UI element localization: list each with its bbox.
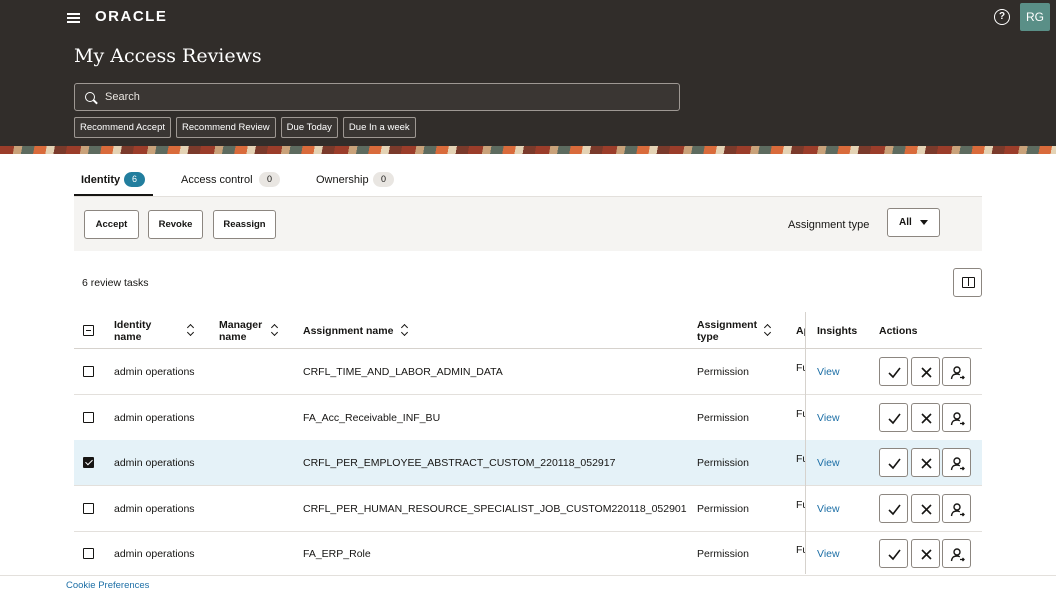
task-count: 6 review tasks (82, 277, 149, 289)
insights-view-link[interactable]: View (817, 366, 840, 378)
search-icon (85, 92, 95, 102)
table-row[interactable]: admin operations CRFL_PER_HUMAN_RESOURCE_… (74, 486, 982, 532)
row-checkbox[interactable] (83, 457, 94, 468)
truncated-cell: Fu (796, 544, 805, 556)
identity-name-cell: admin operations (114, 457, 195, 469)
row-checkbox[interactable] (83, 548, 94, 559)
app-header: ORACLE ? RG My Access Reviews Search Rec… (0, 0, 1056, 146)
decorative-banner (0, 146, 1056, 154)
assignment-name-cell: CRFL_PER_HUMAN_RESOURCE_SPECIALIST_JOB_C… (303, 502, 687, 515)
revoke-action-button[interactable] (911, 493, 940, 523)
assignment-name-cell: CRFL_TIME_AND_LABOR_ADMIN_DATA (303, 366, 503, 378)
accept-button[interactable]: Accept (84, 210, 139, 239)
accept-action-button[interactable] (879, 493, 908, 523)
tab-count-badge: 0 (259, 172, 280, 187)
tab-ownership[interactable]: Ownership 0 (316, 166, 398, 196)
accept-action-button[interactable] (879, 539, 908, 568)
reassign-action-button[interactable] (942, 357, 971, 386)
tab-count-badge: 6 (124, 172, 145, 187)
revoke-button[interactable]: Revoke (148, 210, 203, 239)
table-header: Identity name Manager name Assignment na… (74, 312, 982, 349)
identity-name-cell: admin operations (114, 366, 195, 378)
tab-access-control[interactable]: Access control 0 (181, 166, 285, 196)
action-toolbar: Accept Revoke Reassign Assignment type A… (74, 196, 982, 251)
sort-icon[interactable] (188, 325, 195, 336)
header-assignment-type: Assignment type (697, 319, 758, 343)
truncated-cell: Fu (796, 362, 805, 374)
columns-icon (962, 277, 975, 288)
insights-view-link[interactable]: View (817, 548, 840, 560)
assignment-type-cell: Permission (697, 366, 749, 378)
assignment-name-cell: FA_Acc_Receivable_INF_BU (303, 411, 441, 424)
assignment-name-cell: CRFL_PER_EMPLOYEE_ABSTRACT_CUSTOM_220118… (303, 457, 616, 469)
help-icon[interactable]: ? (994, 9, 1010, 25)
accept-action-button[interactable] (879, 448, 908, 477)
assignment-type-select[interactable]: All (887, 208, 940, 237)
revoke-action-button[interactable] (911, 357, 940, 386)
select-all-checkbox[interactable] (83, 325, 94, 336)
header-actions: Actions (879, 325, 918, 337)
revoke-action-button[interactable] (911, 402, 940, 432)
revoke-action-button[interactable] (911, 539, 940, 568)
truncated-cell: Fu (796, 453, 805, 465)
assignment-type-cell: Permission (697, 502, 749, 515)
sort-icon[interactable] (402, 325, 409, 336)
accept-action-button[interactable] (879, 357, 908, 386)
header-manager-name: Manager name (219, 319, 263, 343)
chip-recommend-accept[interactable]: Recommend Accept (74, 117, 172, 138)
row-checkbox[interactable] (83, 366, 94, 377)
reassign-action-button[interactable] (942, 493, 971, 523)
insights-view-link[interactable]: View (817, 503, 840, 515)
chip-due-in-a-week[interactable]: Due In a week (342, 117, 416, 138)
identity-name-cell: admin operations (114, 548, 195, 560)
sort-icon[interactable] (272, 325, 279, 336)
accept-action-button[interactable] (879, 402, 908, 432)
identity-name-cell: admin operations (114, 411, 195, 424)
tab-identity[interactable]: Identity 6 (74, 166, 153, 196)
assignment-name-cell: FA_ERP_Role (303, 548, 371, 560)
row-checkbox[interactable] (83, 502, 94, 514)
header-identity-name: Identity name (114, 319, 152, 343)
table-row[interactable]: admin operations FA_Acc_Receivable_INF_BU… (74, 395, 982, 441)
reassign-action-button[interactable] (942, 539, 971, 568)
search-input[interactable]: Search (74, 83, 680, 111)
table-row[interactable]: admin operations CRFL_TIME_AND_LABOR_ADMI… (74, 349, 982, 395)
avatar[interactable]: RG (1020, 3, 1050, 31)
identity-name-cell: admin operations (114, 502, 195, 515)
table-row[interactable]: admin operations CRFL_PER_EMPLOYEE_ABSTRA… (74, 440, 982, 486)
assignment-type-cell: Permission (697, 457, 749, 469)
menu-icon[interactable] (66, 11, 82, 25)
tab-count-badge: 0 (373, 172, 394, 187)
insights-view-link[interactable]: View (817, 412, 840, 424)
columns-toggle-button[interactable] (953, 268, 982, 297)
header-insights: Insights (817, 325, 858, 337)
cookie-preferences-link[interactable]: Cookie Preferences (66, 580, 149, 591)
revoke-action-button[interactable] (911, 448, 940, 477)
reassign-action-button[interactable] (942, 448, 971, 477)
chip-recommend-review[interactable]: Recommend Review (176, 117, 276, 138)
assignment-type-cell: Permission (697, 411, 749, 424)
header-assignment-name: Assignment name (303, 325, 394, 337)
truncated-cell: Fu (796, 498, 805, 511)
table-row[interactable]: admin operations FA_ERP_Role Permission Fu V… (74, 531, 982, 577)
reassign-action-button[interactable] (942, 402, 971, 432)
truncated-cell: Fu (796, 407, 805, 420)
assignment-type-cell: Permission (697, 548, 749, 560)
sort-icon[interactable] (765, 325, 772, 336)
chevron-down-icon (920, 220, 928, 225)
insights-view-link[interactable]: View (817, 457, 840, 469)
page-title: My Access Reviews (74, 45, 262, 67)
footer: Cookie Preferences (0, 575, 1056, 594)
filter-chips: Recommend Accept Recommend Review Due To… (74, 117, 416, 138)
row-checkbox[interactable] (83, 411, 94, 423)
chip-due-today[interactable]: Due Today (280, 117, 338, 138)
assignment-type-label: Assignment type (788, 219, 870, 231)
search-placeholder: Search (105, 91, 140, 103)
reassign-button[interactable]: Reassign (213, 210, 276, 239)
column-divider (805, 312, 806, 574)
oracle-logo: ORACLE (95, 8, 168, 25)
header-truncated-column: Ap (796, 325, 805, 337)
